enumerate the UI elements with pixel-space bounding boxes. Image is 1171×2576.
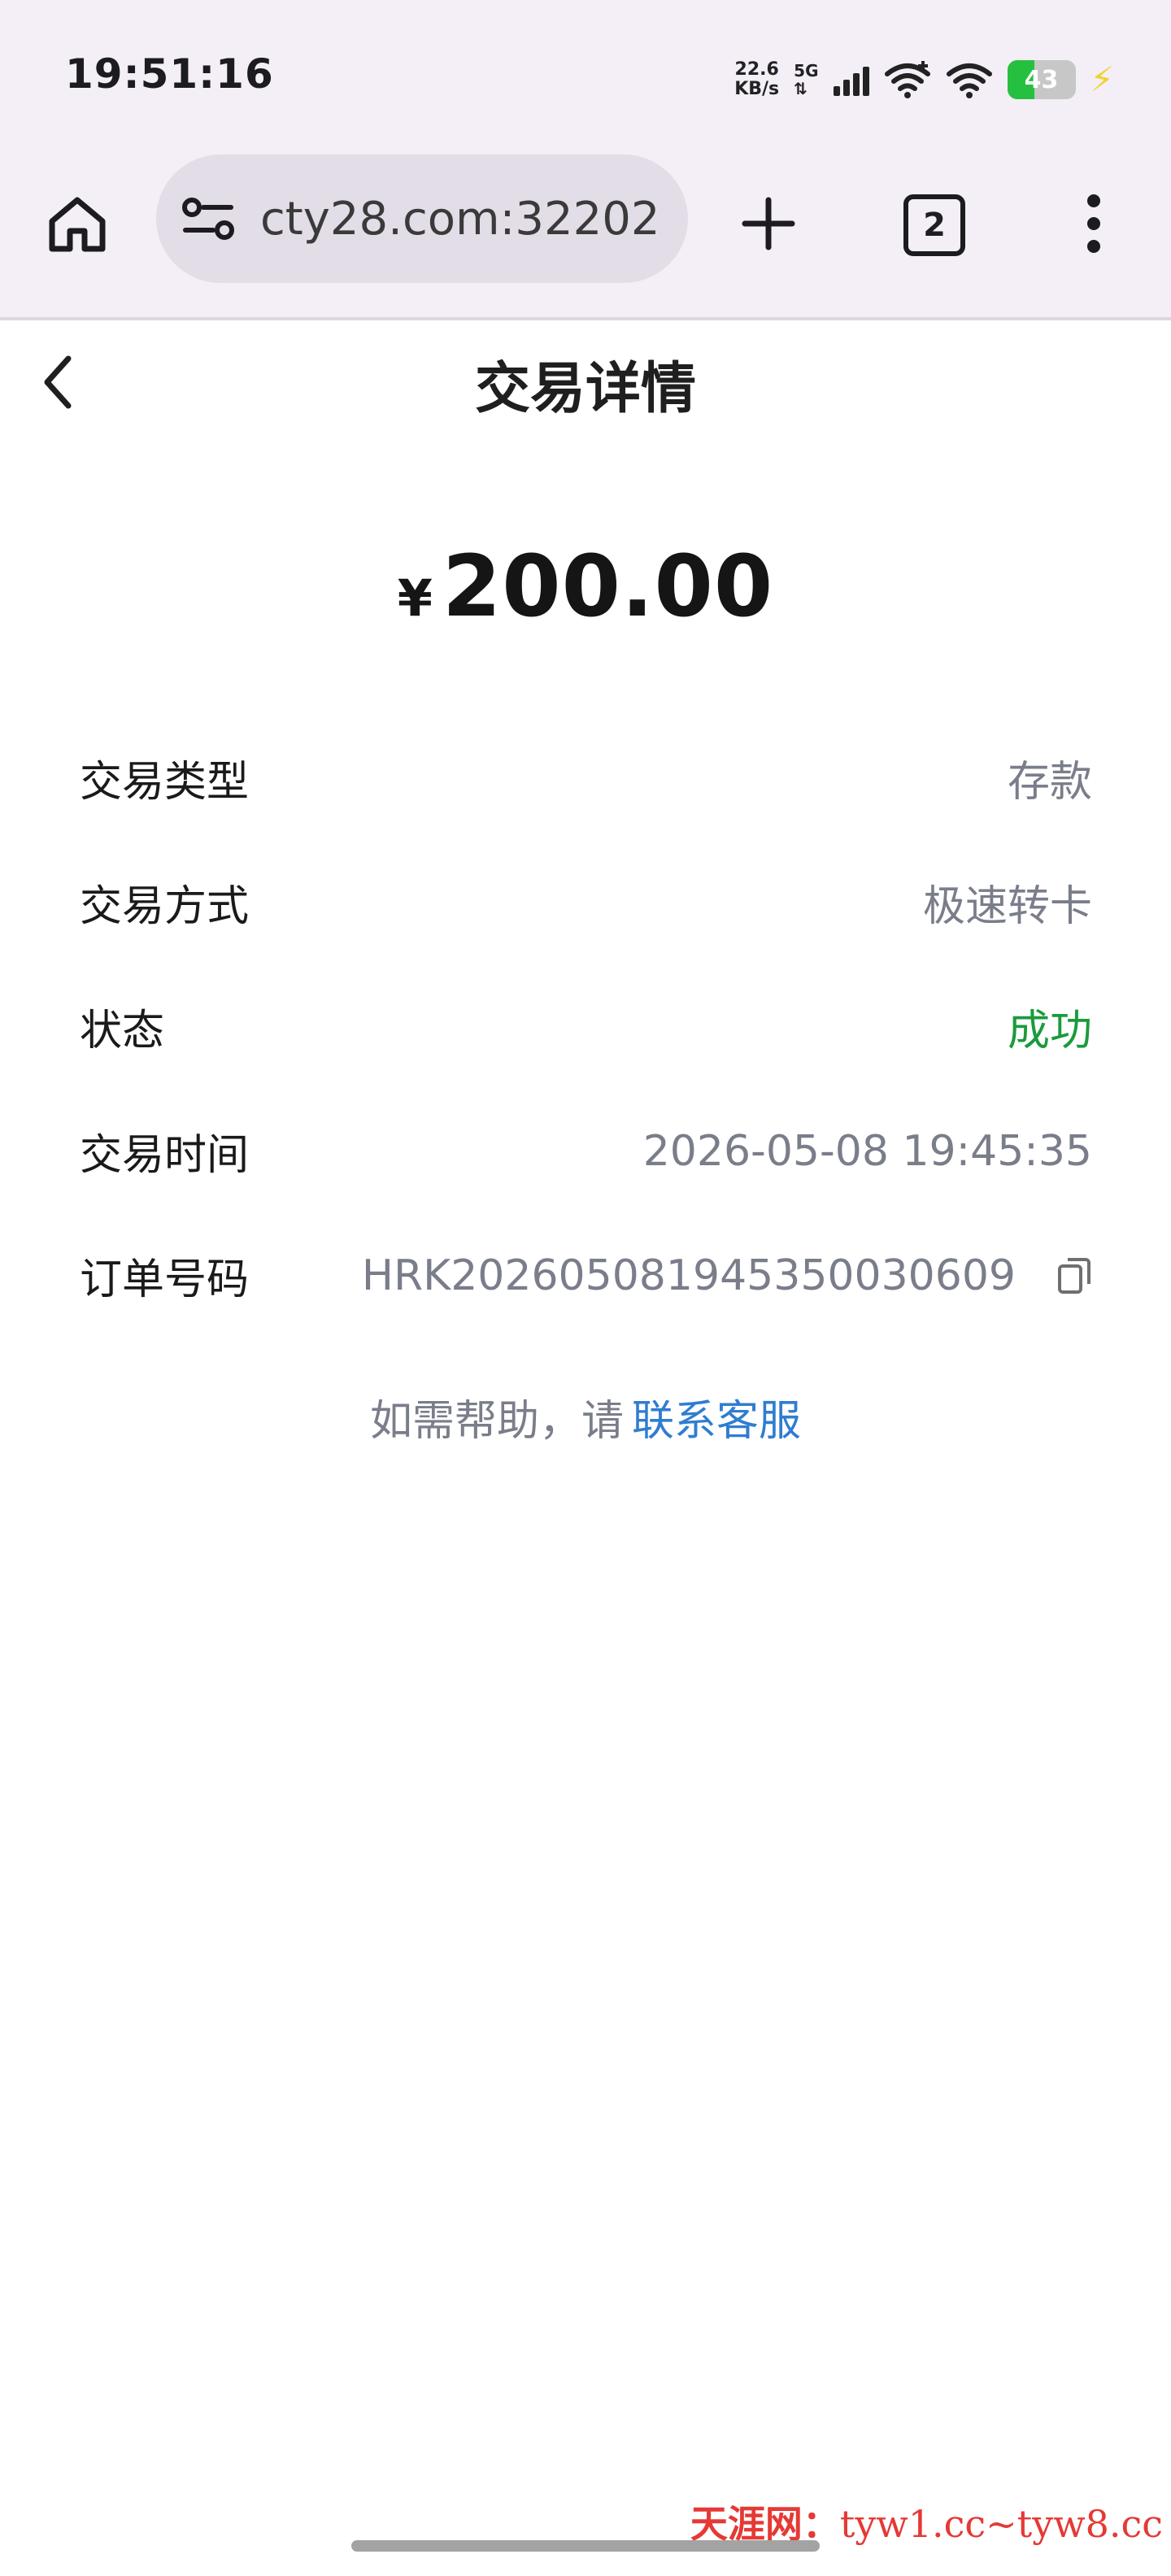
detail-value: 存款 bbox=[1007, 758, 1092, 807]
address-bar[interactable]: cty28.com:32202 bbox=[156, 154, 688, 283]
status-bar: 19:51:16 22.6 KB/s 5G ⇅ 43 ⚡ bbox=[0, 0, 1171, 154]
battery-level: 43 bbox=[1024, 65, 1059, 94]
site-settings-icon[interactable] bbox=[181, 194, 236, 246]
contact-support-link[interactable]: 联系客服 bbox=[632, 1397, 801, 1446]
charging-icon: ⚡ bbox=[1090, 59, 1115, 99]
copy-button[interactable] bbox=[1056, 1256, 1092, 1295]
detail-label: 状态 bbox=[80, 1007, 165, 1055]
detail-row-time: 交易时间 2026-05-08 19:45:35 bbox=[80, 1089, 1092, 1213]
tab-switcher-icon: 2 bbox=[903, 194, 965, 256]
order-number-value: HRK202605081945350030609 bbox=[361, 1251, 1016, 1300]
detail-value: 极速转卡 bbox=[922, 882, 1092, 931]
network-speed: 22.6 KB/s bbox=[734, 60, 779, 99]
wifi-plus-icon bbox=[884, 61, 930, 98]
detail-label: 交易时间 bbox=[80, 1131, 250, 1180]
amount-value: 200.00 bbox=[442, 537, 774, 636]
network-type-label: 5G bbox=[794, 61, 819, 80]
status-icons: 22.6 KB/s 5G ⇅ 43 ⚡ bbox=[734, 57, 1114, 102]
detail-label: 交易方式 bbox=[80, 882, 250, 931]
new-tab-icon bbox=[742, 197, 795, 250]
watermark-name: 天涯网： bbox=[690, 2502, 840, 2546]
help-text: 如需帮助，请 联系客服 bbox=[0, 1386, 1171, 1447]
watermark-urls: tyw1.cc~tyw8.cc bbox=[839, 2502, 1163, 2546]
page-header: 交易详情 bbox=[0, 317, 1171, 447]
more-menu-button[interactable] bbox=[1057, 187, 1130, 260]
currency-symbol: ¥ bbox=[397, 568, 433, 628]
network-type: 5G ⇅ bbox=[794, 62, 818, 98]
detail-value: 2026-05-08 19:45:35 bbox=[642, 1126, 1092, 1176]
detail-row-order-number: 订单号码 HRK202605081945350030609 bbox=[80, 1213, 1092, 1338]
detail-row-type: 交易类型 存款 bbox=[80, 716, 1092, 840]
transaction-details: 交易类型 存款 交易方式 极速转卡 状态 成功 交易时间 2026-05-08 … bbox=[80, 716, 1092, 1338]
network-speed-value: 22.6 bbox=[734, 59, 779, 80]
help-prefix: 如需帮助，请 bbox=[369, 1397, 624, 1446]
url-text[interactable]: cty28.com:32202 bbox=[260, 193, 667, 246]
detail-label: 交易类型 bbox=[80, 758, 250, 807]
battery-icon: 43 bbox=[1007, 60, 1076, 99]
copy-icon bbox=[1058, 1257, 1090, 1294]
browser-toolbar: cty28.com:32202 2 bbox=[0, 154, 1171, 320]
page-title: 交易详情 bbox=[474, 357, 696, 421]
status-time: 19:51:16 bbox=[65, 50, 274, 98]
network-speed-unit: KB/s bbox=[734, 79, 780, 99]
home-indicator[interactable] bbox=[351, 2540, 820, 2552]
new-tab-button[interactable] bbox=[732, 187, 805, 260]
status-value: 成功 bbox=[1007, 1007, 1092, 1055]
data-arrows-icon: ⇅ bbox=[794, 79, 808, 98]
detail-row-status: 状态 成功 bbox=[80, 964, 1092, 1089]
more-menu-icon bbox=[1087, 194, 1100, 253]
home-button[interactable] bbox=[41, 187, 114, 260]
home-icon bbox=[49, 197, 106, 252]
tab-switcher-button[interactable]: 2 bbox=[898, 189, 971, 262]
cell-signal-icon bbox=[833, 63, 869, 96]
detail-label: 订单号码 bbox=[80, 1255, 250, 1304]
detail-row-method: 交易方式 极速转卡 bbox=[80, 840, 1092, 964]
transaction-amount: ¥200.00 bbox=[0, 537, 1171, 636]
order-number-wrap: HRK202605081945350030609 bbox=[362, 1251, 1092, 1300]
wifi-icon bbox=[946, 63, 992, 98]
